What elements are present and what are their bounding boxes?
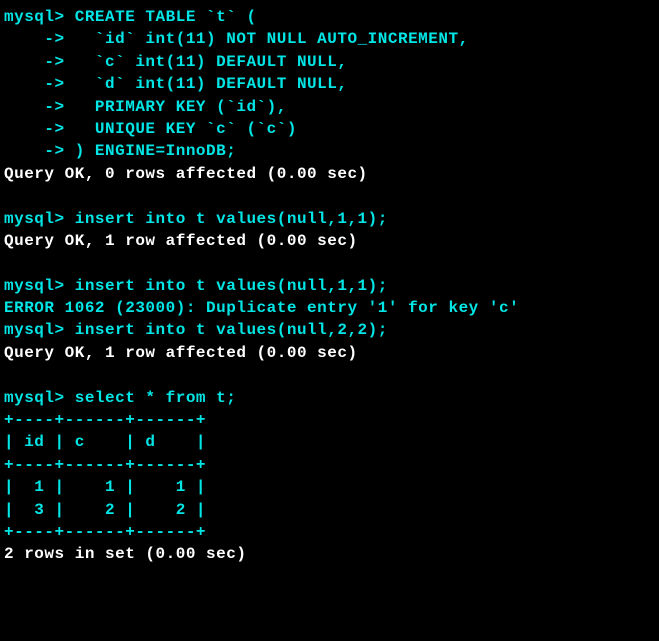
table-header: | id | c | d | bbox=[4, 431, 655, 453]
create-table-line-6: -> ) ENGINE=InnoDB; bbox=[4, 140, 655, 162]
continuation-prompt: -> bbox=[4, 142, 65, 160]
terminal-output[interactable]: mysql> CREATE TABLE `t` ( -> `id` int(11… bbox=[4, 6, 655, 566]
continuation-prompt: -> bbox=[4, 120, 65, 138]
table-border-bottom: +----+------+------+ bbox=[4, 521, 655, 543]
create-table-line-5: -> UNIQUE KEY `c` (`c`) bbox=[4, 118, 655, 140]
create-table-line-0: mysql> CREATE TABLE `t` ( bbox=[4, 6, 655, 28]
sql-text: CREATE TABLE `t` ( bbox=[65, 8, 257, 26]
mysql-prompt: mysql> bbox=[4, 8, 65, 26]
table-row: | 1 | 1 | 1 | bbox=[4, 476, 655, 498]
insert-1-line: mysql> insert into t values(null,1,1); bbox=[4, 208, 655, 230]
create-result: Query OK, 0 rows affected (0.00 sec) bbox=[4, 163, 655, 185]
create-table-line-4: -> PRIMARY KEY (`id`), bbox=[4, 96, 655, 118]
insert-2-line: mysql> insert into t values(null,1,1); bbox=[4, 275, 655, 297]
sql-text: `d` int(11) DEFAULT NULL, bbox=[65, 75, 348, 93]
insert-1-result: Query OK, 1 row affected (0.00 sec) bbox=[4, 230, 655, 252]
create-table-line-1: -> `id` int(11) NOT NULL AUTO_INCREMENT, bbox=[4, 28, 655, 50]
blank-line bbox=[4, 364, 655, 386]
sql-text: UNIQUE KEY `c` (`c`) bbox=[65, 120, 297, 138]
insert-3-line: mysql> insert into t values(null,2,2); bbox=[4, 319, 655, 341]
table-row: | 3 | 2 | 2 | bbox=[4, 499, 655, 521]
mysql-prompt: mysql> bbox=[4, 321, 65, 339]
continuation-prompt: -> bbox=[4, 30, 65, 48]
table-border-mid: +----+------+------+ bbox=[4, 454, 655, 476]
create-table-line-3: -> `d` int(11) DEFAULT NULL, bbox=[4, 73, 655, 95]
continuation-prompt: -> bbox=[4, 98, 65, 116]
blank-line bbox=[4, 185, 655, 207]
sql-text: select * from t; bbox=[65, 389, 237, 407]
mysql-prompt: mysql> bbox=[4, 389, 65, 407]
insert-2-error: ERROR 1062 (23000): Duplicate entry '1' … bbox=[4, 297, 655, 319]
sql-text: `c` int(11) DEFAULT NULL, bbox=[65, 53, 348, 71]
continuation-prompt: -> bbox=[4, 53, 65, 71]
sql-text: insert into t values(null,1,1); bbox=[65, 277, 388, 295]
sql-text: `id` int(11) NOT NULL AUTO_INCREMENT, bbox=[65, 30, 469, 48]
create-table-line-2: -> `c` int(11) DEFAULT NULL, bbox=[4, 51, 655, 73]
select-line: mysql> select * from t; bbox=[4, 387, 655, 409]
blank-line bbox=[4, 252, 655, 274]
sql-text: insert into t values(null,2,2); bbox=[65, 321, 388, 339]
continuation-prompt: -> bbox=[4, 75, 65, 93]
select-result: 2 rows in set (0.00 sec) bbox=[4, 543, 655, 565]
sql-text: PRIMARY KEY (`id`), bbox=[65, 98, 287, 116]
sql-text: ) ENGINE=InnoDB; bbox=[65, 142, 237, 160]
mysql-prompt: mysql> bbox=[4, 277, 65, 295]
sql-text: insert into t values(null,1,1); bbox=[65, 210, 388, 228]
mysql-prompt: mysql> bbox=[4, 210, 65, 228]
table-border-top: +----+------+------+ bbox=[4, 409, 655, 431]
insert-3-result: Query OK, 1 row affected (0.00 sec) bbox=[4, 342, 655, 364]
